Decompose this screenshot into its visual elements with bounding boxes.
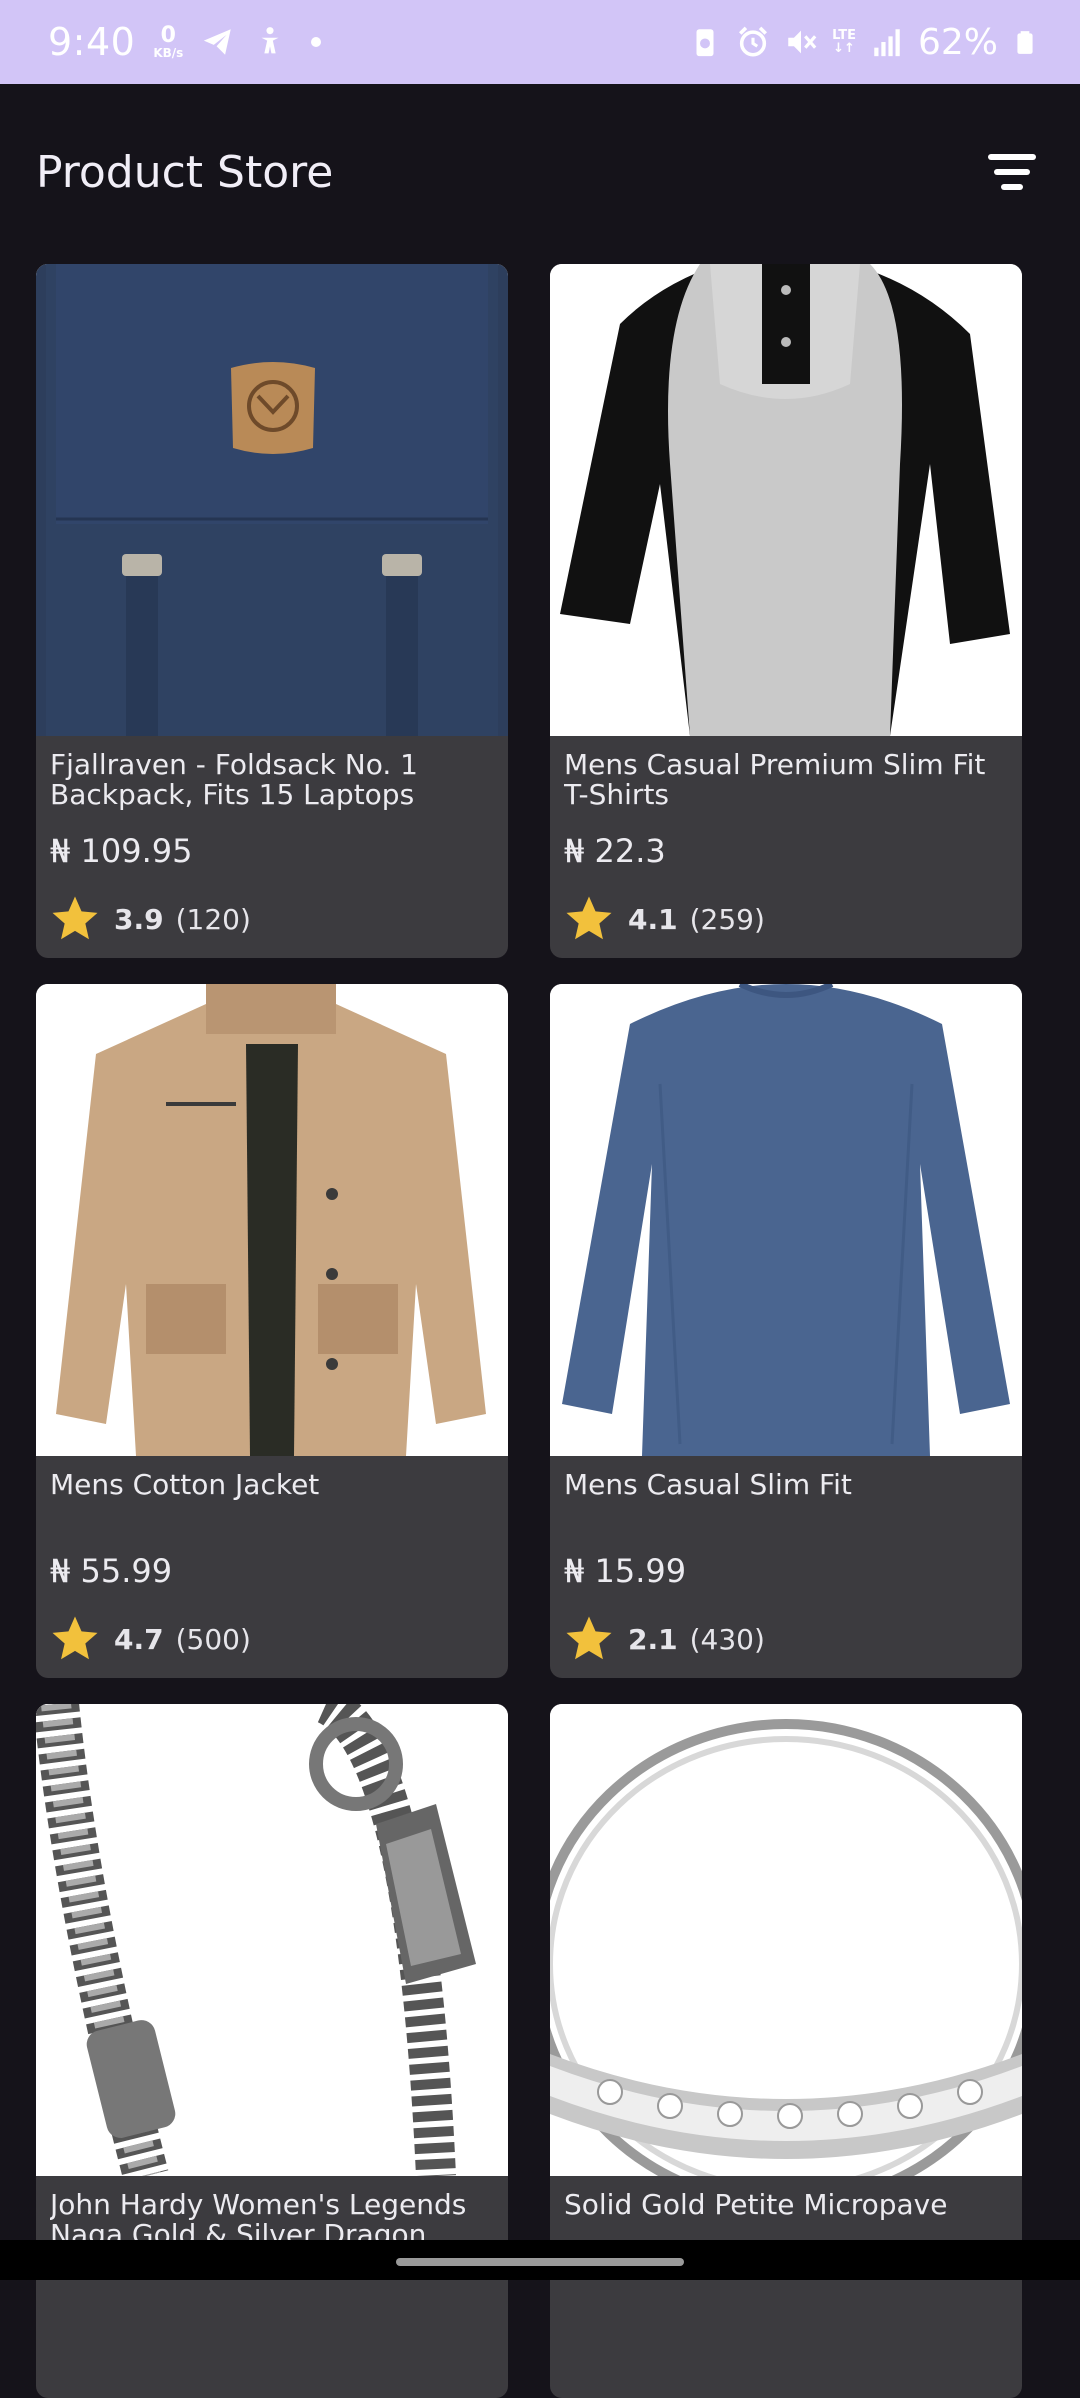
rating-count: (259) — [689, 902, 765, 936]
mute-icon — [788, 30, 817, 54]
status-time: 9:40 — [48, 20, 136, 64]
star-icon — [52, 1616, 98, 1660]
rating-value: 4.7 — [114, 1622, 164, 1656]
rating-value: 2.1 — [628, 1622, 678, 1656]
battery-saver-icon — [696, 29, 714, 57]
product-price: ₦ 22.3 — [564, 832, 666, 870]
product-image-bracelet — [36, 1704, 508, 2176]
rating-row: 3.9 (120) — [50, 892, 494, 946]
rating-value: 4.1 — [628, 902, 678, 936]
battery-percent: 62% — [917, 21, 998, 63]
app-bar: Product Store — [0, 84, 1080, 260]
status-bar: 9:40 0 KB/s LTE ↓↑ 62% — [0, 0, 1080, 84]
product-card[interactable]: Fjallraven - Foldsack No. 1 Backpack, Fi… — [36, 264, 508, 958]
product-title: Mens Cotton Jacket — [50, 1470, 320, 1501]
product-price: ₦ 109.95 — [50, 832, 193, 870]
product-title: Fjallraven - Foldsack No. 1 Backpack, Fi… — [50, 750, 418, 811]
product-card[interactable]: Mens Casual Slim Fit ₦ 15.99 2.1 (430) — [550, 984, 1022, 1678]
rating-count: (120) — [175, 902, 251, 936]
accessibility-icon — [261, 27, 279, 54]
signal-icon — [874, 29, 900, 57]
home-indicator[interactable] — [396, 2258, 684, 2266]
product-title: Mens Casual Slim Fit — [564, 1470, 852, 1501]
product-grid: Fjallraven - Foldsack No. 1 Backpack, Fi… — [36, 264, 1024, 2398]
star-icon — [566, 896, 612, 940]
telegram-icon — [204, 29, 232, 55]
page-title: Product Store — [36, 146, 334, 198]
product-card[interactable]: Solid Gold Petite Micropave — [550, 1704, 1022, 2398]
product-card[interactable]: John Hardy Women's Legends Naga Gold & S… — [36, 1704, 508, 2398]
rating-count: (500) — [175, 1622, 251, 1656]
star-icon — [52, 896, 98, 940]
product-image-ring — [550, 1704, 1022, 2176]
product-image-long-sleeve-shirt — [550, 984, 1022, 1456]
product-price: ₦ 15.99 — [564, 1552, 687, 1590]
product-image-raglan-shirt — [550, 264, 1022, 736]
rating-row: 4.1 (259) — [564, 892, 1008, 946]
product-price: ₦ 55.99 — [50, 1552, 173, 1590]
rating-value: 3.9 — [114, 902, 164, 936]
rating-row: 4.7 (500) — [50, 1612, 494, 1666]
filter-icon[interactable] — [980, 140, 1044, 204]
notification-dot — [311, 37, 322, 47]
product-image-jacket — [36, 984, 508, 1456]
network-speed: 0 KB/s — [153, 22, 184, 60]
lte-icon: LTE ↓↑ — [832, 28, 856, 56]
alarm-icon — [739, 26, 768, 57]
rating-count: (430) — [689, 1622, 765, 1656]
product-image-backpack — [36, 264, 508, 736]
navigation-bar — [0, 2240, 1080, 2280]
star-icon — [566, 1616, 612, 1660]
battery-icon — [1017, 31, 1033, 54]
product-title: Mens Casual Premium Slim Fit T-Shirts — [564, 750, 986, 811]
product-card[interactable]: Mens Casual Premium Slim Fit T-Shirts ₦ … — [550, 264, 1022, 958]
rating-row: 2.1 (430) — [564, 1612, 1008, 1666]
product-card[interactable]: Mens Cotton Jacket ₦ 55.99 4.7 (500) — [36, 984, 508, 1678]
